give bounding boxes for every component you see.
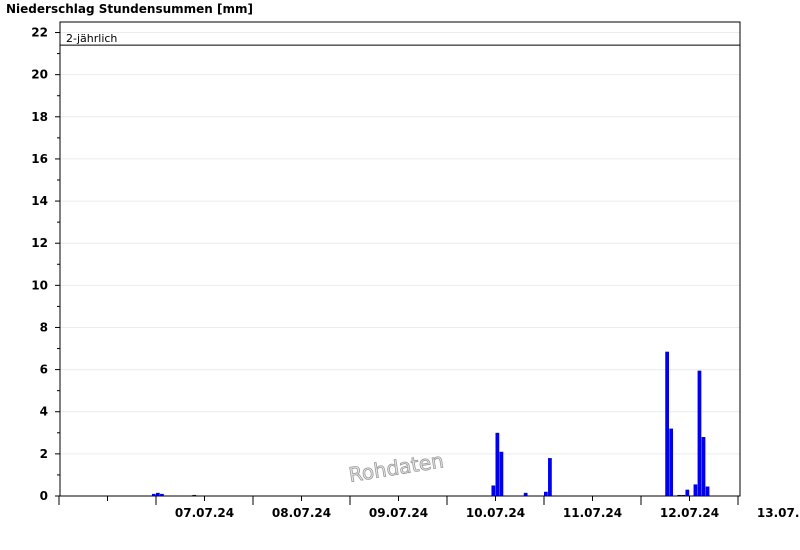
precip-bar — [548, 458, 552, 496]
x-tick-label: 07.07.24 — [175, 506, 234, 520]
x-tick-label: 12.07.24 — [660, 506, 719, 520]
x-tick-label: 09.07.24 — [369, 506, 428, 520]
precip-bar — [499, 451, 504, 496]
y-tick-label: 0 — [40, 489, 48, 503]
y-axis: 0 2 4 6 8 10 12 14 16 18 20 22 — [31, 26, 60, 503]
plot-frame — [59, 21, 741, 497]
y-tick-label: 20 — [31, 68, 48, 82]
x-tick-label: 10.07.24 — [466, 506, 525, 520]
y-tick-label: 8 — [40, 320, 48, 334]
precipitation-chart: Niederschlag Stundensummen [mm] 2-jährli… — [6, 2, 800, 520]
chart-title: Niederschlag Stundensummen [mm] — [6, 2, 253, 16]
precip-bar — [697, 370, 702, 496]
y-tick-label: 6 — [40, 363, 48, 377]
grid-lines — [60, 32, 740, 455]
precip-bar — [495, 432, 500, 496]
precip-bar — [693, 484, 698, 496]
x-axis: 07.07.24 08.07.24 09.07.24 10.07.24 11.07.24… — [58, 496, 800, 520]
precip-bar — [705, 486, 710, 496]
y-tick-label: 4 — [40, 405, 48, 419]
bar-series — [151, 351, 710, 496]
y-tick-label: 10 — [31, 278, 48, 292]
y-tick-label: 22 — [31, 26, 48, 40]
precip-bar — [491, 485, 496, 496]
y-tick-label: 14 — [31, 194, 48, 208]
precip-bar — [544, 491, 548, 496]
precip-bar — [701, 437, 706, 496]
y-tick-label: 16 — [31, 152, 48, 166]
x-tick-label: 13.07.24 — [757, 506, 800, 520]
x-tick-label: 11.07.24 — [563, 506, 622, 520]
reference-line-group: 2-jährlich — [60, 32, 740, 46]
precip-bar — [685, 489, 690, 496]
reference-line-label: 2-jährlich — [66, 32, 117, 45]
y-tick-label: 2 — [40, 447, 48, 461]
precip-bar — [665, 351, 669, 496]
x-tick-label: 08.07.24 — [272, 506, 331, 520]
y-tick-label: 18 — [31, 110, 48, 124]
precip-bar — [669, 428, 674, 496]
y-tick-label: 12 — [31, 236, 48, 250]
